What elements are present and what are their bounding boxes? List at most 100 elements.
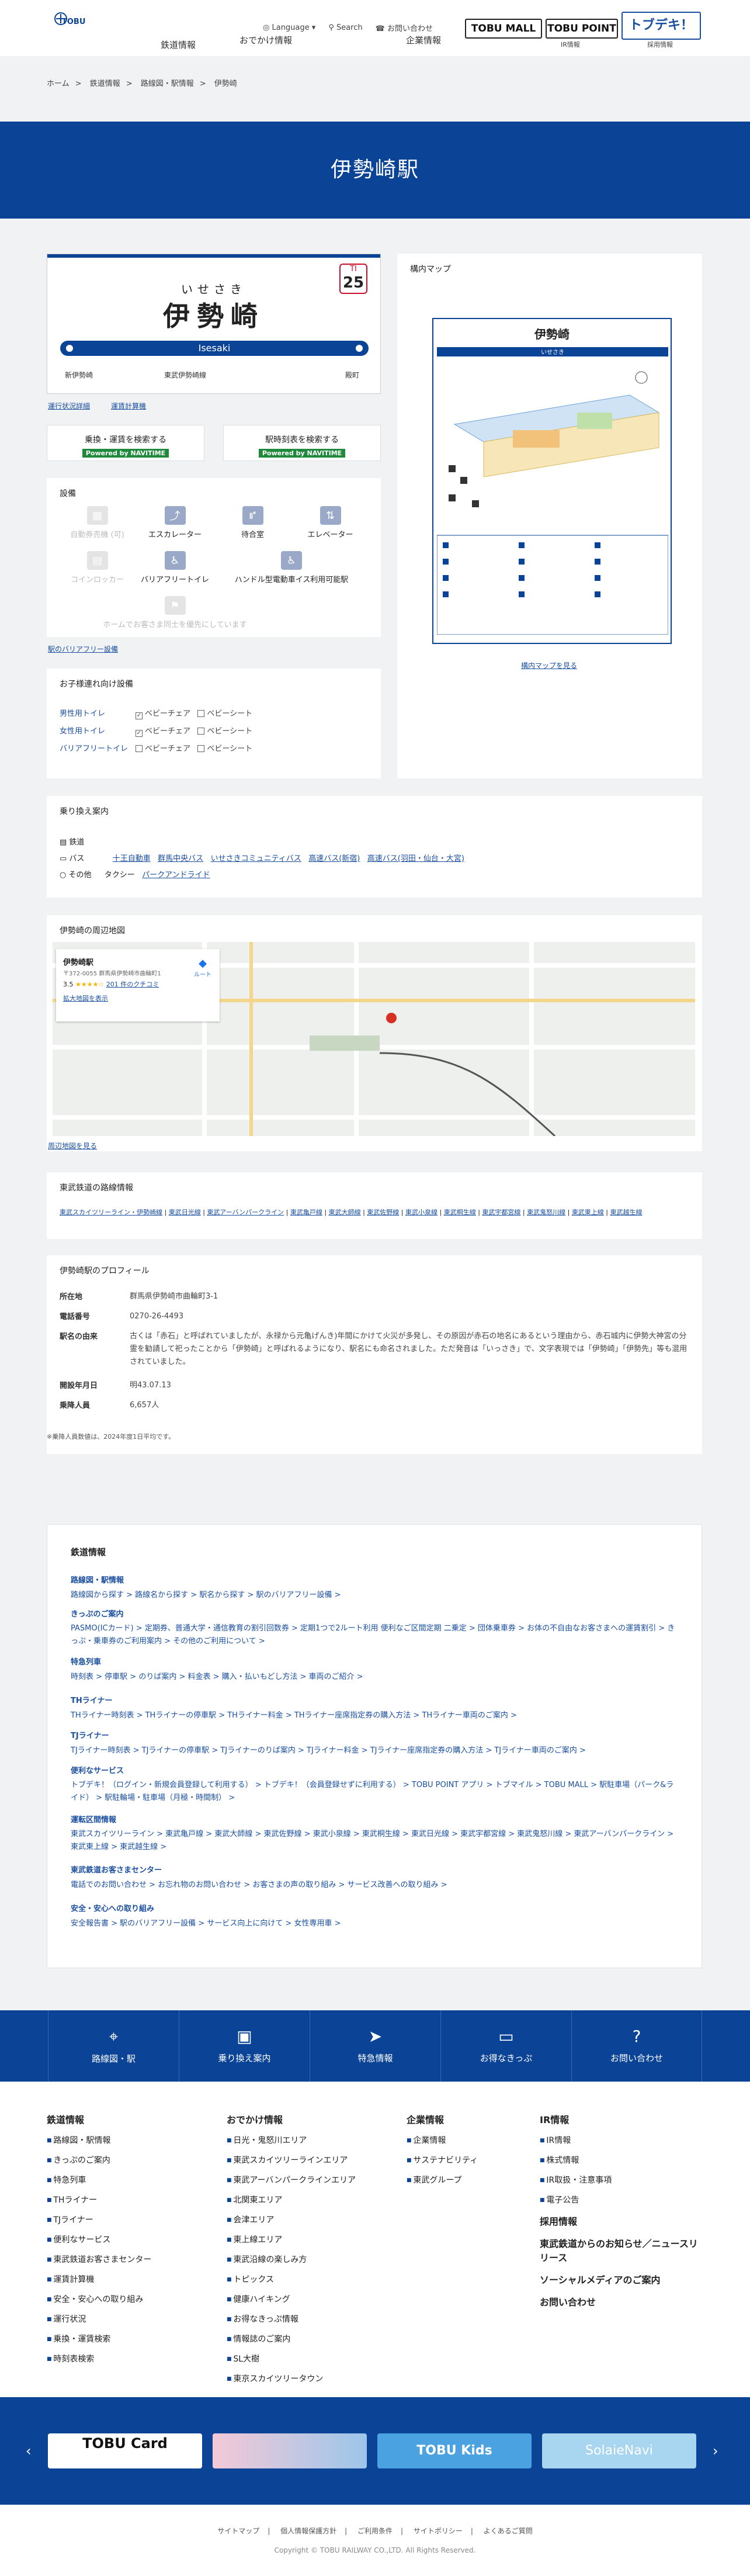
station-map-image[interactable]: 伊勢崎 いせさき <box>432 318 672 644</box>
group-heading[interactable]: 安全・安心への取り組み <box>71 1902 341 1913</box>
group-heading[interactable]: 東武鉄道お客さまセンター <box>71 1864 447 1875</box>
breadcrumb-routemap[interactable]: 路線図・駅情報 <box>141 79 194 88</box>
group-links[interactable]: PASMO(ICカード) > 定期券、普通大学・通信教育の割引回数券 > 定期1… <box>71 1622 678 1648</box>
group-heading[interactable]: 運転区間情報 <box>71 1813 678 1824</box>
group-heading[interactable]: 路線図・駅情報 <box>71 1574 341 1585</box>
footer-bottom-link[interactable]: サイトポリシー <box>414 2527 463 2535</box>
footer-link[interactable]: 東京スカイツリータウン <box>227 2373 356 2384</box>
line-link[interactable]: 東武スカイツリーライン・伊勢崎線 <box>60 1209 162 1216</box>
footer-link[interactable]: 電子公告 <box>540 2194 703 2205</box>
line-link[interactable]: 東武小泉線 <box>405 1209 438 1216</box>
line-link[interactable]: 東武佐野線 <box>367 1209 399 1216</box>
footer-link[interactable]: 健康ハイキング <box>227 2293 356 2305</box>
footer-link[interactable]: 便利なサービス <box>47 2234 151 2245</box>
bus-link[interactable]: 高速バス(羽田・仙台・大宮) <box>367 854 464 863</box>
care-row-name[interactable]: バリアフリートイレ <box>60 742 136 753</box>
footer-col-heading[interactable]: IR情報 <box>540 2112 703 2126</box>
footer-link[interactable]: 東武アーバンパークラインエリア <box>227 2174 356 2186</box>
barrier-free-link[interactable]: 駅のバリアフリー設備 <box>48 644 118 654</box>
group-heading[interactable]: きっぷのご案内 <box>71 1608 678 1619</box>
breadcrumb-railway[interactable]: 鉄道情報 <box>90 79 120 88</box>
footer-social-link[interactable]: ソーシャルメディアのご案内 <box>540 2272 703 2286</box>
breadcrumb-home[interactable]: ホーム <box>47 79 70 88</box>
prev-station[interactable]: 新伊勢崎 <box>65 370 93 380</box>
footer-link[interactable]: お得なきっぷ情報 <box>227 2313 356 2325</box>
line-link[interactable]: 東武日光線 <box>169 1209 201 1216</box>
footer-link[interactable]: 時刻表検索 <box>47 2353 151 2364</box>
line-link[interactable]: 東武桐生線 <box>444 1209 476 1216</box>
footer-link[interactable]: 東武鉄道お客さまセンター <box>47 2253 151 2265</box>
bottom-nav-tickets[interactable]: ▭ お得なきっぷ <box>440 2010 571 2082</box>
map-route-button[interactable]: ◆ ルート <box>194 957 211 978</box>
language-link[interactable]: ◎ Language ▾ <box>263 23 315 32</box>
tobudeki-button[interactable]: トブデキ！ <box>621 12 701 40</box>
footer-col-heading[interactable]: 鉄道情報 <box>47 2112 151 2126</box>
line-link[interactable]: 東武アーバンパークライン <box>207 1209 284 1216</box>
footer-link[interactable]: トピックス <box>227 2273 356 2285</box>
next-station[interactable]: 殿町 <box>345 370 359 380</box>
footer-link[interactable]: IR情報 <box>540 2134 703 2146</box>
footer-link[interactable]: 運行状況 <box>47 2313 151 2325</box>
footer-link[interactable]: サステナビリティ <box>407 2154 478 2166</box>
footer-col-heading[interactable]: 企業情報 <box>407 2112 478 2126</box>
footer-link[interactable]: 情報誌のご案内 <box>227 2333 356 2345</box>
footer-link[interactable]: THライナー <box>47 2194 151 2205</box>
footer-link[interactable]: 特急列車 <box>47 2174 151 2186</box>
status-link[interactable]: 運行状況詳細 <box>48 401 90 411</box>
banner-tobu-card[interactable]: TOBU Card <box>48 2433 202 2468</box>
tobu-logo[interactable]: TOBU <box>51 9 98 33</box>
nearby-map-link[interactable]: 周辺地図を見る <box>48 1141 97 1151</box>
footer-link[interactable]: 北関東エリア <box>227 2194 356 2205</box>
banner-tobu-kids[interactable]: TOBU Kids <box>377 2433 532 2468</box>
group-links[interactable]: 電話でのお問い合わせ > お忘れ物のお問い合わせ > お客さまの声の取り組み >… <box>71 1878 447 1889</box>
footer-link[interactable]: SL大樹 <box>227 2353 356 2364</box>
line-link[interactable]: 東武鬼怒川線 <box>527 1209 565 1216</box>
contact-link[interactable]: ☎ お問い合わせ <box>376 22 433 33</box>
footer-link[interactable]: IR取扱・注意事項 <box>540 2174 703 2186</box>
group-heading[interactable]: 特急列車 <box>71 1656 363 1667</box>
group-heading[interactable]: 便利なサービス <box>71 1764 678 1775</box>
bus-link[interactable]: 高速バス(新宿) <box>308 854 360 863</box>
footer-link[interactable]: 東武沿線の楽しみ方 <box>227 2253 356 2265</box>
footer-link[interactable]: 会津エリア <box>227 2214 356 2225</box>
care-row-name[interactable]: 女性用トイレ <box>60 725 136 736</box>
footer-news-link[interactable]: 東武鉄道からのお知らせ／ニュースリリース <box>540 2236 703 2264</box>
footer-contact-link[interactable]: お問い合わせ <box>540 2294 703 2308</box>
nav-ir[interactable]: IR情報 <box>561 40 580 49</box>
park-ride-link[interactable]: パークアンドライド <box>142 871 210 880</box>
footer-bottom-link[interactable]: 個人情報保護方針 <box>280 2527 336 2535</box>
footer-bottom-link[interactable]: よくあるご質問 <box>484 2527 533 2535</box>
footer-bottom-link[interactable]: ご利用条件 <box>357 2527 393 2535</box>
footer-link[interactable]: TJライナー <box>47 2214 151 2225</box>
bus-link[interactable]: 十王自動車 <box>113 854 151 863</box>
nav-outing[interactable]: おでかけ情報 <box>222 34 310 51</box>
bottom-nav-express[interactable]: ➤ 特急情報 <box>310 2010 440 2082</box>
group-links[interactable]: 東武スカイツリーライン > 東武亀戸線 > 東武大師線 > 東武佐野線 > 東武… <box>71 1828 678 1854</box>
care-row-name[interactable]: 男性用トイレ <box>60 707 136 718</box>
carousel-next-icon[interactable]: › <box>713 2443 718 2459</box>
route-search-button[interactable]: 乗換・運賃を検索する Powered by NAVITIME <box>47 425 204 461</box>
footer-bottom-link[interactable]: サイトマップ <box>217 2527 259 2535</box>
timetable-search-button[interactable]: 駅時刻表を検索する Powered by NAVITIME <box>223 425 381 461</box>
footer-link[interactable]: きっぷのご案内 <box>47 2154 151 2166</box>
footer-link[interactable]: 乗換・運賃検索 <box>47 2333 151 2345</box>
footer-link[interactable]: 日光・鬼怒川エリア <box>227 2134 356 2146</box>
line-link[interactable]: 東武亀戸線 <box>290 1209 322 1216</box>
group-links[interactable]: トブデキ！（ログイン・新規会員登録して利用する） > トブデキ！（会員登録せずに… <box>71 1779 678 1805</box>
search-link[interactable]: ⚲ Search <box>328 23 362 32</box>
group-links[interactable]: 路線図から探す > 路線名から探す > 駅名から探す > 駅のバリアフリー設備 … <box>71 1588 341 1599</box>
banner-event[interactable] <box>213 2433 367 2468</box>
footer-link[interactable]: 安全・安心への取り組み <box>47 2293 151 2305</box>
nav-corporate[interactable]: 企業情報 <box>380 34 467 51</box>
nav-recruit[interactable]: 採用情報 <box>647 40 673 49</box>
bus-link[interactable]: いせさきコミュニティバス <box>211 854 301 863</box>
tobu-point-button[interactable]: TOBU POINT <box>546 19 618 39</box>
bottom-nav-transfer[interactable]: ▣ 乗り換え案内 <box>179 2010 310 2082</box>
footer-recruit-link[interactable]: 採用情報 <box>540 2214 703 2228</box>
google-map[interactable]: 伊勢崎駅 〒372-0055 群馬県伊勢崎市曲輪町1 3.5 ★★★★☆ 201… <box>53 942 695 1136</box>
group-heading[interactable]: TJライナー <box>71 1729 586 1740</box>
footer-link[interactable]: 路線図・駅情報 <box>47 2134 151 2146</box>
group-links[interactable]: 安全報告書 > 駅のバリアフリー設備 > サービス向上に向けて > 女性専用車 … <box>71 1917 341 1928</box>
bottom-nav-route[interactable]: ⌖ 路線図・駅 <box>48 2010 179 2082</box>
footer-link[interactable]: 東武スカイツリーラインエリア <box>227 2154 356 2166</box>
